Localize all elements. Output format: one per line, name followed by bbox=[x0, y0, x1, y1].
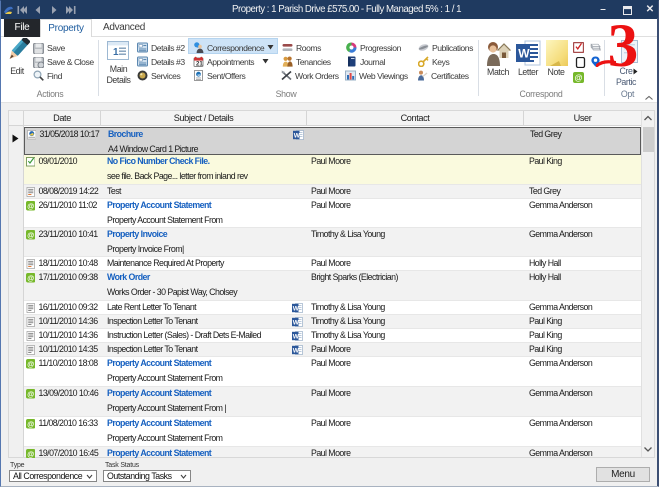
svg-text:@: @ bbox=[27, 420, 34, 429]
svg-text:@: @ bbox=[27, 231, 34, 240]
svg-text:@: @ bbox=[27, 274, 34, 283]
svg-text:21: 21 bbox=[196, 62, 203, 67]
svg-text:1: 1 bbox=[113, 47, 119, 58]
svg-text:W: W bbox=[518, 47, 530, 61]
svg-text:@: @ bbox=[27, 390, 34, 399]
svg-text:@: @ bbox=[27, 360, 34, 369]
svg-text:@: @ bbox=[27, 202, 34, 211]
svg-text:@: @ bbox=[575, 74, 583, 83]
